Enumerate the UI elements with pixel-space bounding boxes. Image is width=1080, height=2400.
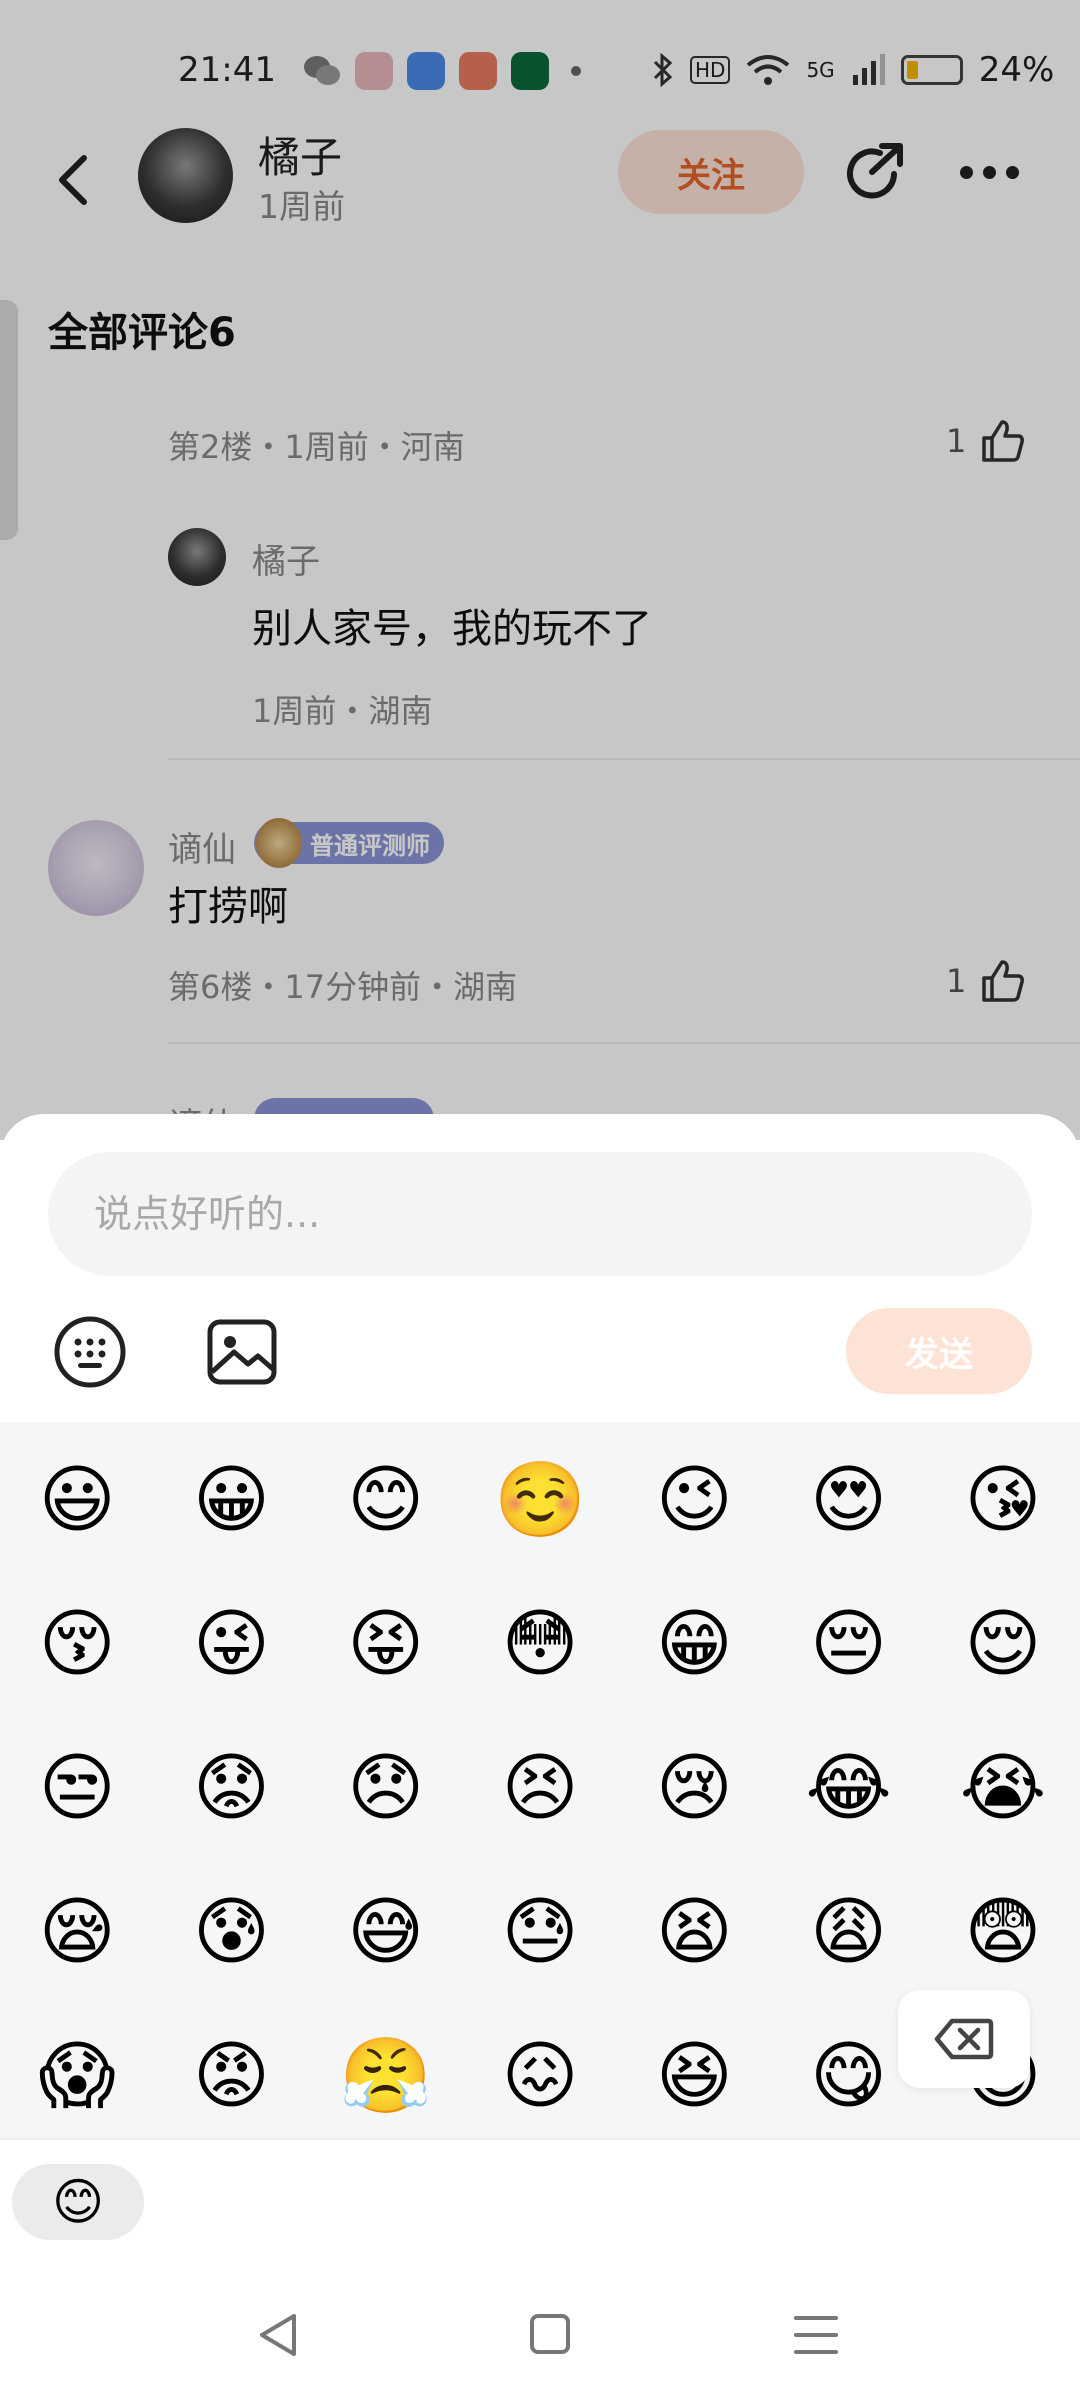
emoji-item[interactable]: 😪 — [0, 1860, 154, 2004]
backspace-button[interactable] — [898, 1990, 1030, 2088]
emoji-item[interactable]: 😡 — [154, 2004, 308, 2138]
emoji-item[interactable]: 😌 — [926, 1572, 1080, 1716]
emoji-item[interactable]: 😉 — [617, 1428, 771, 1572]
emoji-item[interactable]: 😘 — [926, 1428, 1080, 1572]
emoji-item[interactable]: 😝 — [309, 1572, 463, 1716]
nav-home-icon[interactable] — [520, 2310, 580, 2360]
emoji-item[interactable]: 😟 — [154, 1716, 308, 1860]
dim-overlay[interactable] — [0, 0, 1080, 1140]
emoji-item[interactable]: 😱 — [0, 2004, 154, 2138]
emoji-item[interactable]: 😒 — [0, 1716, 154, 1860]
emoji-item[interactable]: 😨 — [926, 1860, 1080, 2004]
nav-back-icon[interactable] — [250, 2310, 310, 2360]
emoji-item[interactable]: ☺️ — [463, 1428, 617, 1572]
emoji-item[interactable]: 😀 — [154, 1428, 308, 1572]
system-navigation-bar — [0, 2270, 1080, 2400]
image-icon[interactable] — [204, 1314, 280, 1390]
backspace-icon — [934, 2018, 994, 2060]
emoji-item[interactable]: 😆 — [617, 2004, 771, 2138]
send-button[interactable]: 发送 — [846, 1308, 1032, 1394]
emoji-item[interactable]: 😓 — [463, 1860, 617, 2004]
emoji-item[interactable]: 😩 — [771, 1860, 925, 2004]
emoji-item[interactable]: 😖 — [463, 2004, 617, 2138]
emoji-item[interactable]: 😔 — [771, 1572, 925, 1716]
emoji-item[interactable]: 😤 — [309, 2004, 463, 2138]
emoji-item[interactable]: 😜 — [154, 1572, 308, 1716]
emoji-item[interactable]: 😰 — [154, 1860, 308, 2004]
emoji-item[interactable]: 😢 — [617, 1716, 771, 1860]
comment-composer-panel: 发送 😃😀😊☺️😉😍😘😚😜😝😳😁😔😌😒😟😞😣😢😂😭😪😰😅😓😫😩😨😱😡😤😖😆😋😄 … — [0, 1114, 1080, 2400]
emoji-item[interactable]: 😃 — [0, 1428, 154, 1572]
emoji-category-tab[interactable]: 😊 — [12, 2164, 144, 2240]
emoji-item[interactable]: 😭 — [926, 1716, 1080, 1860]
emoji-item[interactable]: 😂 — [771, 1716, 925, 1860]
emoji-item[interactable]: 😅 — [309, 1860, 463, 2004]
emoji-item[interactable]: 😁 — [617, 1572, 771, 1716]
keyboard-icon[interactable] — [52, 1314, 128, 1390]
emoji-item[interactable]: 😞 — [309, 1716, 463, 1860]
emoji-item[interactable]: 😳 — [463, 1572, 617, 1716]
emoji-item[interactable]: 😍 — [771, 1428, 925, 1572]
comment-input[interactable] — [48, 1152, 1032, 1276]
emoji-item[interactable]: 😚 — [0, 1572, 154, 1716]
emoji-item[interactable]: 😫 — [617, 1860, 771, 2004]
nav-menu-icon[interactable] — [786, 2310, 846, 2360]
emoji-item[interactable]: 😊 — [309, 1428, 463, 1572]
emoji-item[interactable]: 😣 — [463, 1716, 617, 1860]
